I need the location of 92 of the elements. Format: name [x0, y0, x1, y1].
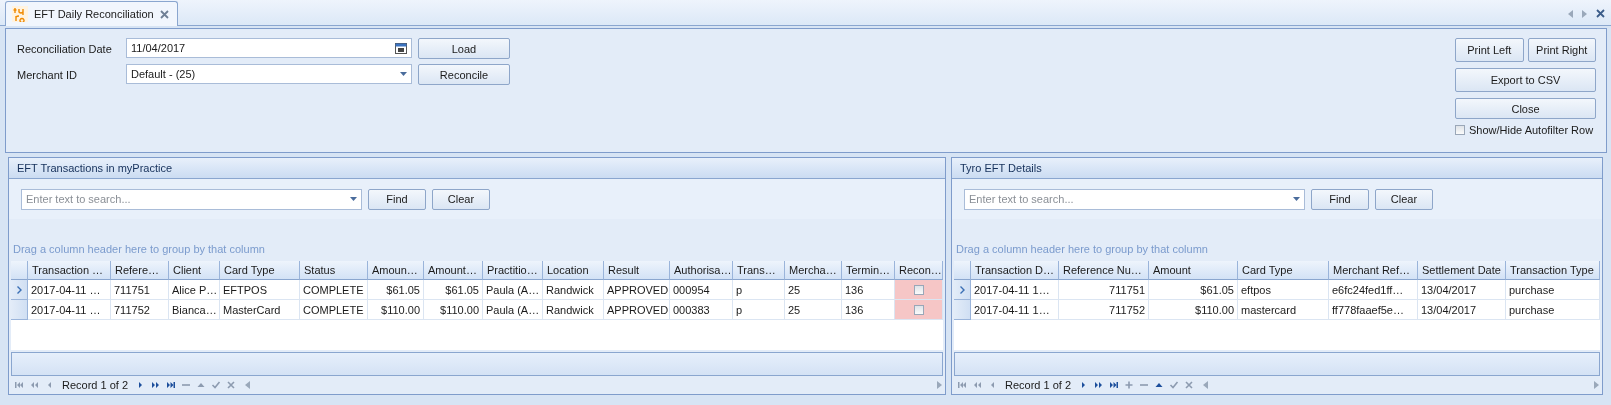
table-cell: $61.05	[1149, 280, 1238, 300]
row-indicator[interactable]	[954, 300, 971, 320]
column-header[interactable]: Recon…	[895, 261, 943, 280]
form-button[interactable]: Reconcile	[418, 64, 510, 85]
column-header[interactable]: Client	[169, 261, 220, 280]
print-button[interactable]: Print Left	[1455, 38, 1524, 62]
last-icon[interactable]	[1109, 380, 1120, 390]
header-indicator	[954, 261, 971, 280]
column-header[interactable]: Card Type	[1238, 261, 1329, 280]
scroll-left-icon[interactable]	[1203, 381, 1209, 389]
current-row-icon	[16, 285, 22, 294]
column-header[interactable]: Location	[543, 261, 604, 280]
column-header[interactable]: Reference Nu…	[1059, 261, 1149, 280]
document-tab[interactable]: EFT Daily Reconciliation	[5, 1, 178, 26]
column-header[interactable]: Refere…	[111, 261, 169, 280]
table-cell: 25	[785, 280, 842, 300]
table-cell: $61.05	[368, 280, 424, 300]
table-cell: purchase	[1506, 280, 1600, 300]
record-counter: Record 1 of 2	[61, 379, 130, 391]
last-icon[interactable]	[166, 380, 177, 390]
scroll-left-icon[interactable]	[1568, 9, 1573, 18]
column-header[interactable]: Merchant Ref…	[1329, 261, 1418, 280]
column-header[interactable]: Amoun…	[368, 261, 424, 280]
checkbox[interactable]	[913, 304, 924, 315]
next-page-icon[interactable]	[151, 380, 162, 390]
column-header[interactable]: Authorisa…	[670, 261, 733, 280]
search-button[interactable]: Find	[1311, 188, 1369, 210]
table-cell: 711751	[111, 280, 169, 300]
group-hint: Drag a column header here to group by that column	[956, 243, 1208, 255]
table-cell: eftpos	[1238, 280, 1329, 300]
scroll-right-icon[interactable]	[937, 381, 942, 389]
column-header[interactable]: Mercha…	[785, 261, 842, 280]
dropdown-field[interactable]: Default - (25)	[126, 64, 412, 84]
calendar-icon[interactable]	[395, 42, 407, 54]
table-cell: p	[733, 280, 785, 300]
search-button[interactable]: Clear	[432, 188, 490, 210]
dropdown-icon[interactable]	[400, 72, 407, 76]
column-header[interactable]: Status	[300, 261, 368, 280]
column-header[interactable]: Settlement Date	[1418, 261, 1506, 280]
column-header[interactable]: Amount…	[424, 261, 483, 280]
current-row-icon	[959, 285, 965, 294]
column-header[interactable]: Practitio…	[483, 261, 543, 280]
table-cell: Alice P…	[169, 280, 220, 300]
column-header[interactable]: Card Type	[220, 261, 300, 280]
scroll-right-icon[interactable]	[1594, 381, 1599, 389]
close-icon[interactable]	[1596, 9, 1605, 18]
scroll-right-icon[interactable]	[1582, 9, 1587, 18]
row-indicator[interactable]	[11, 300, 28, 320]
table-cell: APPROVED	[604, 280, 670, 300]
action-button[interactable]: Close	[1455, 98, 1596, 119]
table-cell: 2017-04-11 …	[28, 280, 111, 300]
field-label: Merchant ID	[17, 68, 78, 81]
table-cell: 2017-04-11 1…	[971, 280, 1059, 300]
record-counter: Record 1 of 2	[1004, 379, 1073, 391]
checkbox[interactable]	[1455, 125, 1465, 135]
dropdown-icon[interactable]	[350, 197, 357, 201]
form-button[interactable]: Load	[418, 38, 510, 59]
group-hint: Drag a column header here to group by that column	[13, 243, 265, 255]
close-icon[interactable]	[159, 9, 169, 19]
checkbox[interactable]	[913, 284, 924, 295]
table-cell: Randwick	[543, 280, 604, 300]
column-header[interactable]: Termin…	[842, 261, 895, 280]
column-header[interactable]: Trans…	[733, 261, 785, 280]
table-cell: 711751	[1059, 280, 1149, 300]
action-button[interactable]: Export to CSV	[1455, 68, 1596, 92]
logo-icon	[12, 6, 28, 22]
panel-header: EFT Transactions in myPractice	[9, 158, 945, 179]
scroll-left-icon[interactable]	[245, 381, 251, 389]
column-header[interactable]: Transaction D…	[971, 261, 1059, 280]
row-indicator[interactable]	[954, 280, 971, 300]
print-button[interactable]: Print Right	[1527, 38, 1596, 62]
column-header[interactable]: Transaction Type	[1506, 261, 1600, 280]
date-field[interactable]: 11/04/2017	[126, 38, 412, 58]
table-cell: COMPLETE	[300, 280, 368, 300]
dropdown-icon[interactable]	[1293, 197, 1300, 201]
table-cell: 13/04/2017	[1418, 280, 1506, 300]
table-cell: e6fc24fed1ff…	[1329, 280, 1418, 300]
table-cell: 000954	[670, 280, 733, 300]
row-indicator[interactable]	[11, 280, 28, 300]
table-cell: Paula (A…	[483, 280, 543, 300]
column-header[interactable]: Result	[604, 261, 670, 280]
column-header[interactable]: Transaction …	[28, 261, 111, 280]
search-button[interactable]: Find	[368, 188, 426, 210]
next-page-icon[interactable]	[1094, 380, 1105, 390]
header-indicator	[11, 261, 28, 280]
panel-header: Tyro EFT Details	[952, 158, 1602, 179]
table-cell: $61.05	[424, 280, 483, 300]
checkbox-label: Show/Hide Autofilter Row	[1469, 124, 1594, 136]
table-cell: EFTPOS	[220, 280, 300, 300]
search-button[interactable]: Clear	[1375, 188, 1433, 210]
column-header[interactable]: Amount	[1149, 261, 1238, 280]
field-label: Reconciliation Date	[17, 42, 113, 55]
